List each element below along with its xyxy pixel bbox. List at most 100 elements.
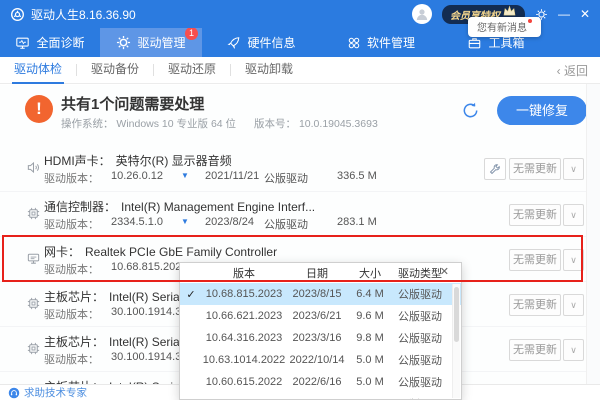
- option-version: 10.66.621.2023: [202, 310, 286, 322]
- subtab-driver-backup[interactable]: 驱动备份: [77, 57, 153, 84]
- version-option[interactable]: 10.60.615.2022 2022/6/16 5.0 M 公版驱动: [180, 371, 461, 393]
- version-label: 驱动版本：: [44, 216, 111, 232]
- nav-tab-label: 硬件信息: [247, 34, 295, 51]
- back-link[interactable]: ‹ 返回: [557, 62, 588, 79]
- version-label: 驱动版本：: [44, 351, 111, 367]
- popup-col-version: 版本: [202, 265, 286, 281]
- option-date: 2022/10/14: [286, 354, 348, 366]
- chevron-down-icon[interactable]: ∨: [563, 339, 584, 361]
- popup-scrollbar[interactable]: [452, 284, 460, 398]
- version-option[interactable]: 10.64.316.2023 2023/3/16 9.8 M 公版驱动: [180, 327, 461, 349]
- option-type: 公版驱动: [392, 308, 448, 324]
- driver-version: 30.100.1914.3: [111, 351, 181, 367]
- wrench-button[interactable]: [484, 158, 506, 180]
- driver-size: 283.1 M: [337, 216, 397, 232]
- driver-version: 30.100.1914.3: [111, 306, 181, 322]
- sub-tabs: 驱动体检 驱动备份 驱动还原 驱动卸载 ‹ 返回: [0, 57, 600, 84]
- version-dropdown-caret[interactable]: ▼: [181, 170, 205, 186]
- option-size: 5.0 M: [348, 376, 392, 388]
- option-version: 10.63.1014.2022: [202, 354, 286, 366]
- chevron-down-icon[interactable]: ∨: [563, 294, 584, 316]
- version-option[interactable]: 10.63.1014.2022 2022/10/14 5.0 M 公版驱动: [180, 349, 461, 371]
- help-expert-link[interactable]: 求助技术专家: [8, 385, 87, 400]
- gear-icon: [116, 35, 131, 50]
- driver-size: 336.5 M: [337, 170, 397, 186]
- option-date: 2023/8/15: [286, 288, 348, 300]
- os-version: 操作系统： Windows 10 专业版 64 位: [61, 116, 236, 131]
- version-dropdown-popup: ✕ 版本 日期 大小 驱动类型 ✓ 10.68.815.2023 2023/8/…: [179, 262, 462, 400]
- scrollbar[interactable]: [586, 84, 600, 385]
- chevron-down-icon[interactable]: ∨: [563, 158, 584, 180]
- popup-scrollbar-thumb[interactable]: [454, 287, 459, 342]
- help-expert-label: 求助技术专家: [24, 385, 87, 400]
- nav-tab-label: 驱动管理: [137, 34, 185, 51]
- option-type: 公版驱动: [392, 286, 448, 302]
- driver-date: 2023/8/24: [205, 216, 264, 232]
- one-click-fix-button[interactable]: 一键修复: [497, 96, 587, 125]
- new-message-tooltip-label: 您有新消息: [477, 23, 527, 34]
- build-number: 版本号： 10.0.19045.3693: [254, 116, 378, 131]
- driver-channel: 公版驱动: [264, 170, 337, 186]
- nav-tab-hardware-info[interactable]: 硬件信息: [202, 28, 320, 57]
- subtab-driver-checkup[interactable]: 驱动体检: [0, 57, 76, 84]
- driver-date: 2021/11/21: [205, 170, 264, 186]
- version-label: 驱动版本：: [44, 170, 111, 186]
- no-update-needed-button[interactable]: 无需更新: [509, 249, 561, 271]
- new-message-tooltip[interactable]: 您有新消息: [468, 17, 541, 37]
- driver-row-hdmi-audio: HDMI声卡：英特尔(R) 显示器音频 驱动版本： 10.26.0.12 ▼ 2…: [0, 146, 600, 191]
- chip-icon: [26, 206, 41, 221]
- popup-col-size: 大小: [348, 265, 392, 281]
- no-update-needed-button[interactable]: 无需更新: [509, 204, 561, 226]
- option-type: 公版驱动: [392, 330, 448, 346]
- no-update-needed-button[interactable]: 无需更新: [509, 158, 561, 180]
- option-date: 2022/6/16: [286, 376, 348, 388]
- nav-tab-driver-management[interactable]: 驱动管理 1: [100, 28, 202, 57]
- subtab-driver-uninstall[interactable]: 驱动卸载: [231, 57, 307, 84]
- option-date: 2023/6/21: [286, 310, 348, 322]
- version-label: 驱动版本：: [44, 261, 111, 277]
- option-type: 公版驱动: [392, 396, 448, 400]
- check-icon: ✓: [180, 288, 202, 301]
- no-update-needed-button[interactable]: 无需更新: [509, 339, 561, 361]
- close-button[interactable]: ✕: [580, 0, 590, 28]
- driver-type: 主板芯片：: [44, 290, 104, 304]
- version-option[interactable]: 10.60.615.2022 2022/6/15 12.6 M 公版驱动: [180, 393, 461, 400]
- option-version: 10.68.815.2023: [202, 288, 286, 300]
- driver-channel: 公版驱动: [264, 216, 337, 232]
- option-version: 10.64.316.2023: [202, 332, 286, 344]
- nav-tab-full-diagnosis[interactable]: 全面诊断: [0, 28, 100, 57]
- option-type: 公版驱动: [392, 374, 448, 390]
- version-dropdown-caret[interactable]: ▼: [181, 216, 205, 232]
- nav-tab-software-management[interactable]: 软件管理: [320, 28, 442, 57]
- minimize-button[interactable]: —: [558, 0, 570, 28]
- rocket-icon: [226, 36, 241, 50]
- speaker-icon: [26, 160, 41, 175]
- chevron-down-icon[interactable]: ∨: [563, 204, 584, 226]
- popup-col-date: 日期: [286, 265, 348, 281]
- option-version: 10.60.615.2022: [202, 376, 286, 388]
- avatar[interactable]: [412, 4, 432, 24]
- option-size: 9.6 M: [348, 310, 392, 322]
- no-update-needed-button[interactable]: 无需更新: [509, 294, 561, 316]
- driver-type: HDMI声卡：: [44, 154, 111, 168]
- warning-icon: !: [25, 95, 53, 123]
- driver-type: 通信控制器：: [44, 200, 116, 214]
- driver-name: Intel(R) Management Engine Interf...: [121, 200, 315, 214]
- driver-row-comm-controller: 通信控制器： Intel(R) Management Engine Interf.…: [0, 191, 600, 236]
- app-logo-icon: [10, 7, 25, 22]
- option-size: 6.4 M: [348, 288, 392, 300]
- chevron-down-icon[interactable]: ∨: [563, 249, 584, 271]
- version-option-selected[interactable]: ✓ 10.68.815.2023 2023/8/15 6.4 M 公版驱动: [180, 283, 461, 305]
- version-option[interactable]: 10.66.621.2023 2023/6/21 9.6 M 公版驱动: [180, 305, 461, 327]
- version-label: 驱动版本：: [44, 306, 111, 322]
- notification-dot: [528, 19, 532, 23]
- refresh-icon[interactable]: [461, 101, 480, 120]
- nav-tab-label: 全面诊断: [36, 34, 84, 51]
- chip-icon: [26, 296, 41, 311]
- chip-icon: [26, 341, 41, 356]
- monitor-pulse-icon: [15, 36, 30, 50]
- popup-close-icon[interactable]: ✕: [440, 265, 449, 278]
- subtab-driver-restore[interactable]: 驱动还原: [154, 57, 230, 84]
- option-type: 公版驱动: [392, 352, 448, 368]
- driver-type: 主板芯片：: [44, 335, 104, 349]
